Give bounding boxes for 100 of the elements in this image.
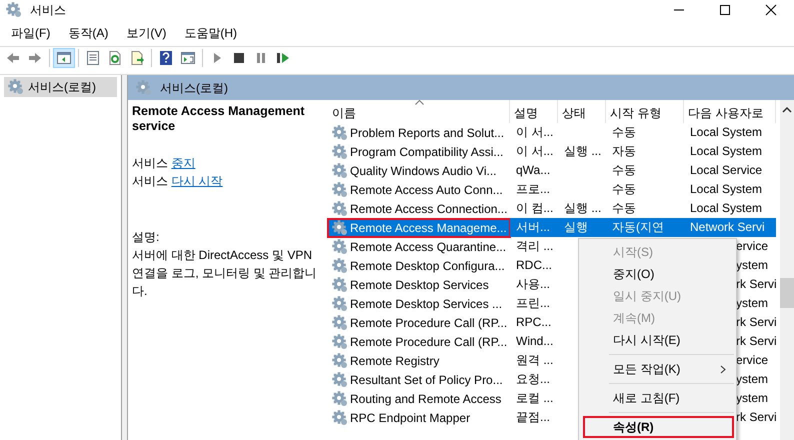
table-cell-text: 사용... (515, 276, 552, 293)
gear-icon (332, 296, 348, 312)
help-icon (158, 50, 174, 66)
service-name[interactable]: Program Compatibility Assi... (328, 142, 510, 160)
action-pane-icon (180, 50, 196, 66)
service-name[interactable]: Remote Registry (328, 352, 510, 370)
gear-icon (332, 410, 348, 426)
menu-item[interactable]: 중지(O) (579, 263, 736, 285)
service-name[interactable]: Resultant Set of Policy Pro... (328, 370, 510, 388)
table-cell-text: 수동 (611, 181, 637, 198)
menu-item[interactable]: 속성(R) (583, 416, 734, 438)
service-name[interactable]: Routing and Remote Access (328, 390, 510, 408)
table-cell: 실행 (558, 218, 606, 237)
scrollbar-thumb[interactable] (780, 278, 794, 308)
table-cell-text: qWa... (515, 162, 552, 179)
menu-item[interactable]: 모든 작업(K) (579, 358, 736, 380)
description-text: 서버에 대한 DirectAccess 및 VPN 연결을 로그, 모니터링 및 관리합니다. (132, 247, 318, 300)
refresh-icon (107, 50, 123, 66)
table-cell-text: Wind... (515, 333, 554, 350)
pane-title: 서비스(로컬) (160, 80, 228, 96)
column-header[interactable]: 설명 (510, 100, 558, 123)
table-cell-text: 실행 ... (563, 200, 602, 217)
table-cell-text: 끝점... (515, 409, 552, 426)
export-list-icon (129, 50, 145, 66)
gear-icon (332, 144, 348, 160)
service-title: Remote Access Management service (132, 104, 306, 134)
menu-item[interactable]: 보기(V) (117, 20, 176, 46)
table-cell: ervice (736, 239, 768, 253)
table-cell: Local System (690, 182, 762, 196)
table-cell-text: 이 서... (515, 124, 554, 141)
service-name[interactable]: Remote Access Quarantine... (328, 238, 510, 256)
table-cell-text: 이 컴... (515, 200, 554, 217)
action-link[interactable]: 중지 (171, 156, 196, 170)
table-cell: 서버... (510, 218, 558, 237)
table-cell: ystem (736, 296, 768, 310)
table-cell: rk Servi (736, 277, 776, 291)
table-cell-text: 원격 ... (515, 352, 554, 369)
description-label: 설명: (132, 229, 160, 246)
table-cell: ystem (736, 258, 768, 272)
gear-icon (332, 162, 348, 178)
table-cell: 자동(지연 (606, 218, 684, 237)
gear-icon (332, 182, 348, 198)
table-cell-text: 수동 (611, 200, 637, 217)
gear-icon (332, 258, 348, 274)
table-cell: Local System (690, 201, 762, 215)
table-cell: ystem (736, 372, 768, 386)
gear-icon (332, 372, 348, 388)
gear-icon (136, 80, 152, 96)
action-label: 서비스 (132, 174, 168, 188)
column-header[interactable]: 시작 유형 (606, 100, 684, 123)
gear-icon (8, 79, 24, 95)
gear-icon (332, 334, 348, 350)
service-name[interactable]: Remote Desktop Services (328, 276, 510, 294)
table-cell-text: 수동 (611, 124, 637, 141)
table-cell-text: 실행 ... (563, 143, 602, 160)
service-name[interactable]: Quality Windows Audio Vi... (328, 162, 510, 180)
column-header[interactable]: 상태 (558, 100, 606, 123)
service-name[interactable]: Remote Desktop Configura... (328, 256, 510, 274)
column-header[interactable]: 다음 사용자로 (684, 100, 776, 123)
service-name[interactable]: Remote Access Connection... (328, 200, 510, 218)
table-cell-text: 프로... (515, 181, 552, 198)
window-title: 서비스 (30, 2, 66, 19)
menu-item[interactable]: 파일(F) (2, 20, 60, 46)
gear-icon (332, 200, 348, 216)
gear-icon (332, 220, 348, 236)
table-cell: Local System (690, 144, 762, 158)
table-cell-text: 이 서... (515, 143, 554, 160)
console-tree-icon (56, 50, 72, 66)
service-name[interactable]: Remote Desktop Services ... (328, 294, 510, 312)
gear-icon (332, 124, 348, 140)
table-cell: Network Servi (690, 220, 765, 234)
service-name[interactable]: Problem Reports and Solut... (328, 124, 510, 142)
tree-item[interactable]: 서비스(로컬) (4, 77, 117, 97)
service-name[interactable]: RPC Endpoint Mapper (328, 408, 510, 426)
menu-item[interactable]: 도움말(H) (175, 20, 246, 46)
table-cell: rk Servi (736, 334, 776, 348)
table-cell: ystem (736, 391, 768, 405)
table-cell-text: 수동 (611, 162, 637, 179)
gear-icon (332, 352, 348, 368)
action-link[interactable]: 다시 시작 (171, 174, 223, 188)
table-cell-text: 프린... (515, 295, 552, 312)
menu-item[interactable]: 동작(A) (59, 20, 118, 46)
service-name[interactable]: Remote Procedure Call (RP... (328, 314, 510, 332)
service-name[interactable]: Remote Access Auto Conn... (328, 180, 510, 198)
table-cell: rk Servi (736, 410, 776, 424)
gear-icon (332, 390, 348, 406)
service-name[interactable]: Remote Procedure Call (RP... (328, 332, 510, 350)
column-header[interactable]: 이름 (328, 100, 510, 123)
table-cell-text: 요청... (515, 371, 552, 388)
menu-item[interactable]: 새로 고침(F) (579, 387, 736, 409)
table-cell: Local Service (690, 163, 762, 177)
table-cell-text: 격리 ... (515, 238, 554, 255)
service-name[interactable]: Remote Access Manageme... (328, 218, 510, 236)
table-cell-text: 로컬 ... (515, 390, 554, 407)
action-label: 서비스 (132, 156, 168, 170)
scrollbar[interactable] (780, 100, 794, 440)
properties-icon (85, 50, 101, 66)
menu-item[interactable]: 다시 시작(E) (579, 329, 736, 351)
gear-icon (332, 238, 348, 254)
table-cell-text: RPC... (515, 314, 552, 331)
